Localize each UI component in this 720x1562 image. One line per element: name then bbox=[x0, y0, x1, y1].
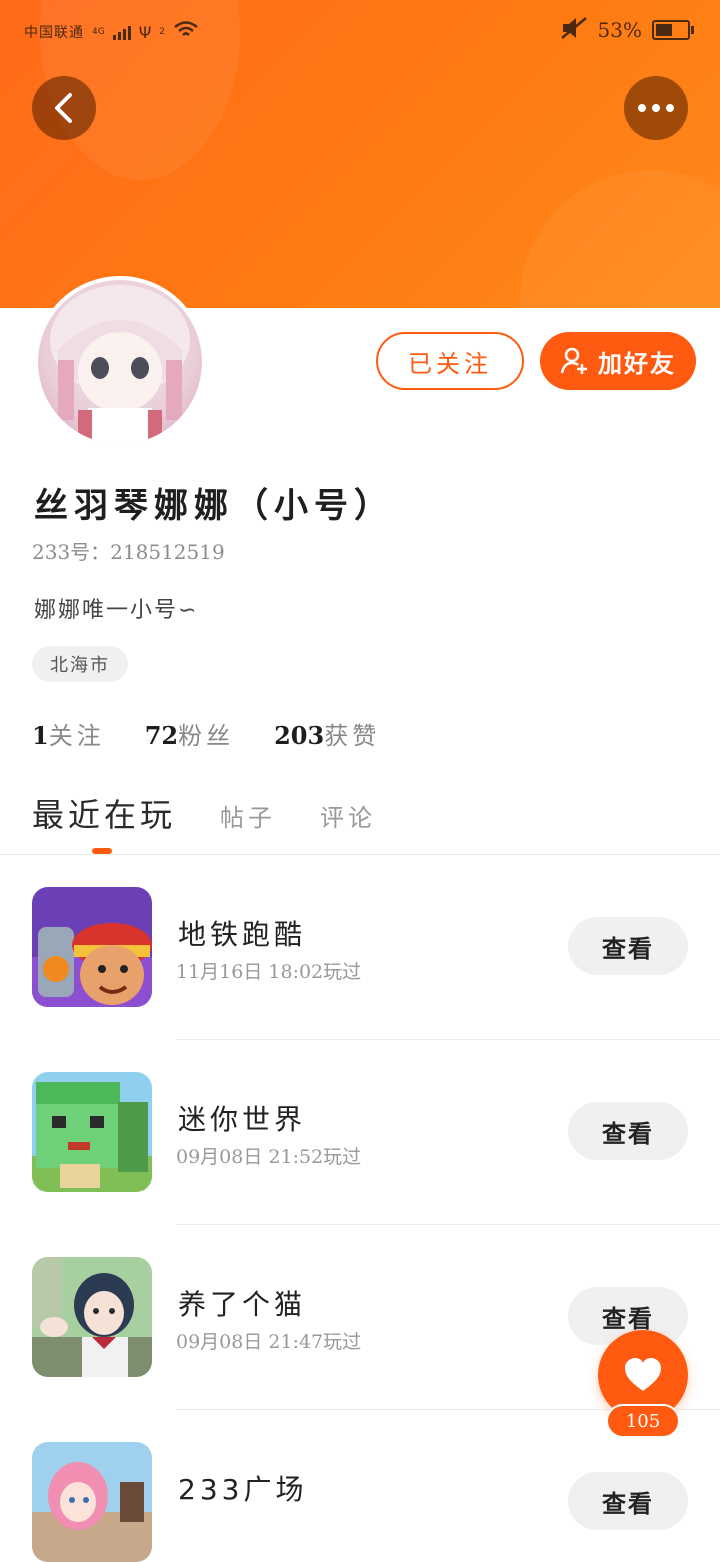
tab-comments[interactable]: 评论 bbox=[320, 798, 376, 833]
game-last-played: 09月08日 21:47玩过 bbox=[176, 1331, 362, 1353]
list-item[interactable]: 地铁跑酷 11月16日 18:02玩过 查看 bbox=[0, 855, 720, 1040]
add-friend-label: 加好友 bbox=[598, 349, 676, 378]
chevron-left-icon bbox=[55, 93, 72, 123]
profile-tabs: 最近在玩 帖子 评论 bbox=[32, 790, 376, 836]
status-bar: 中国联通 4G Ψ 2 53% bbox=[0, 0, 720, 60]
more-button[interactable] bbox=[624, 76, 688, 140]
profile-stats: 1关注 72粉丝 203获赞 bbox=[32, 716, 380, 751]
stat-number: 203 bbox=[274, 721, 325, 750]
stat-number: 1 bbox=[32, 721, 49, 750]
more-horizontal-icon bbox=[638, 104, 674, 112]
view-button[interactable]: 查看 bbox=[568, 917, 688, 975]
game-name: 养了个猫 bbox=[178, 1288, 307, 1321]
game-last-played: 11月16日 18:02玩过 bbox=[176, 961, 362, 983]
like-count-badge: 105 bbox=[606, 1404, 680, 1438]
username: 丝羽琴娜娜（小号） bbox=[34, 486, 394, 526]
followed-button[interactable]: 已关注 bbox=[376, 332, 524, 390]
game-icon-233-plaza bbox=[32, 1442, 152, 1562]
header-decoration bbox=[520, 170, 720, 308]
mute-icon bbox=[560, 16, 588, 44]
tab-posts[interactable]: 帖子 bbox=[220, 798, 276, 833]
carrier-name: 中国联通 bbox=[24, 25, 84, 41]
network-type: 4G bbox=[92, 27, 105, 37]
game-last-played: 09月08日 21:52玩过 bbox=[176, 1146, 362, 1168]
stat-following[interactable]: 1关注 bbox=[32, 716, 105, 751]
sim2-label: 2 bbox=[159, 27, 166, 37]
add-user-icon bbox=[560, 347, 587, 374]
signal-icon bbox=[112, 24, 131, 40]
battery-icon bbox=[652, 20, 694, 40]
status-right: 53% bbox=[560, 16, 694, 44]
view-button[interactable]: 查看 bbox=[568, 1472, 688, 1530]
view-button[interactable]: 查看 bbox=[568, 1102, 688, 1160]
tab-recently-played[interactable]: 最近在玩 bbox=[32, 790, 176, 836]
game-icon-cat-game bbox=[32, 1257, 152, 1377]
signal-2-icon: Ψ bbox=[138, 22, 152, 42]
game-name: 233广场 bbox=[178, 1473, 308, 1506]
user-bio: 娜娜唯一小号∽ bbox=[34, 598, 199, 623]
add-friend-button[interactable]: 加好友 bbox=[540, 332, 696, 390]
avatar[interactable] bbox=[34, 276, 206, 448]
back-button[interactable] bbox=[32, 76, 96, 140]
stat-number: 72 bbox=[144, 721, 179, 750]
stat-label: 关注 bbox=[48, 722, 105, 750]
stat-likes[interactable]: 203获赞 bbox=[274, 716, 380, 751]
stat-label: 获赞 bbox=[324, 722, 381, 750]
stat-label: 粉丝 bbox=[178, 722, 235, 750]
game-icon-mini-world bbox=[32, 1072, 152, 1192]
battery-percent: 53% bbox=[597, 18, 642, 42]
location-tag: 北海市 bbox=[32, 646, 128, 682]
game-icon-subway-surfers bbox=[32, 887, 152, 1007]
heart-icon bbox=[625, 1358, 661, 1391]
game-name: 迷你世界 bbox=[178, 1103, 307, 1136]
list-item[interactable]: 迷你世界 09月08日 21:52玩过 查看 bbox=[0, 1040, 720, 1225]
status-left: 中国联通 4G Ψ 2 bbox=[24, 20, 199, 44]
wifi-icon bbox=[173, 20, 199, 44]
game-name: 地铁跑酷 bbox=[178, 918, 307, 951]
stat-fans[interactable]: 72粉丝 bbox=[145, 716, 234, 751]
avatar-image bbox=[38, 280, 202, 444]
user-id: 233号：218512519 bbox=[32, 540, 225, 564]
